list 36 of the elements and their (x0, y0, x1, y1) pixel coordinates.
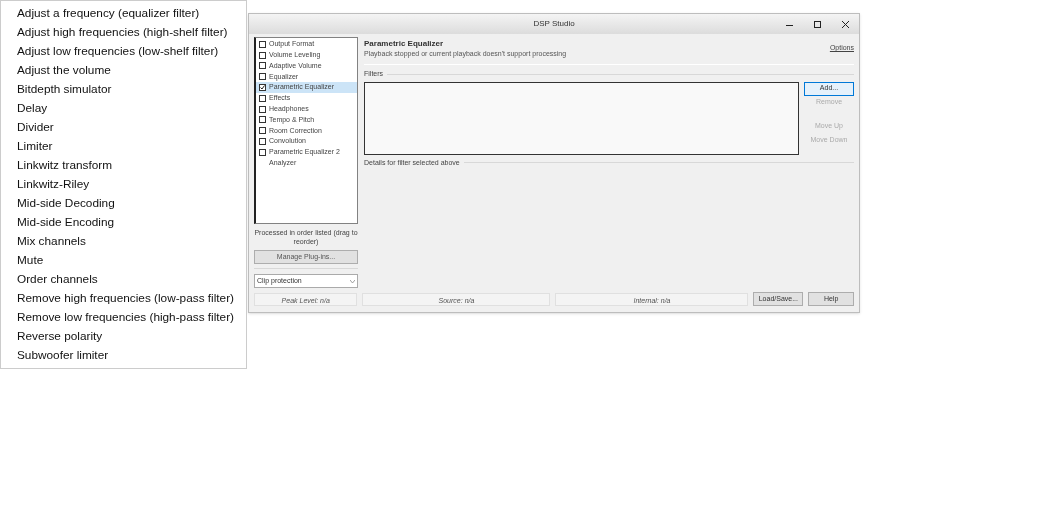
menu-item[interactable]: Bitdepth simulator (1, 80, 246, 99)
checkbox[interactable] (259, 51, 266, 59)
menu-item[interactable]: Subwoofer limiter (1, 346, 246, 365)
menu-item[interactable]: Mute (1, 251, 246, 270)
checkbox[interactable] (259, 105, 266, 113)
checkbox[interactable] (259, 138, 266, 146)
checkbox[interactable] (259, 116, 266, 124)
menu-item[interactable]: Mix channels (1, 232, 246, 251)
close-icon (841, 20, 849, 28)
menu-item[interactable]: Adjust the volume (1, 61, 246, 80)
menu-item[interactable]: Mid-side Encoding (1, 213, 246, 232)
checkbox[interactable] (259, 148, 266, 156)
menu-item[interactable]: Linkwitz transform (1, 156, 246, 175)
menu-item[interactable]: Adjust a frequency (equalizer filter) (1, 4, 246, 23)
menu-item[interactable]: Remove low frequencies (high-pass filter) (1, 308, 246, 327)
menu-item[interactable]: Limiter (1, 137, 246, 156)
menu-item[interactable]: Order channels (1, 270, 246, 289)
menu-item[interactable]: Reverse polarity (1, 327, 246, 346)
checkbox[interactable] (259, 84, 266, 92)
menu-item[interactable]: Linkwitz-Riley (1, 175, 246, 194)
chevron-down-icon (350, 279, 355, 283)
menu-item[interactable]: Delay (1, 99, 246, 118)
checkbox[interactable] (259, 62, 266, 70)
menu-item[interactable]: Remove high frequencies (low-pass filter) (1, 289, 246, 308)
menu-item[interactable]: Divider (1, 118, 246, 137)
filter-list[interactable] (364, 81, 799, 155)
menu-item[interactable]: Adjust high frequencies (high-shelf filter) (1, 23, 246, 42)
checkbox[interactable] (259, 73, 266, 81)
panel-title: Parametric Equalizer (364, 39, 445, 49)
checkbox[interactable] (259, 40, 266, 48)
menu-item[interactable]: Adjust low frequencies (low-shelf filter) (1, 42, 246, 61)
checkbox[interactable] (259, 94, 266, 102)
maximize-icon (813, 20, 821, 28)
window-title: DSP Studio (533, 18, 575, 30)
menu-item[interactable]: Mid-side Decoding (1, 194, 246, 213)
checkbox[interactable] (259, 127, 266, 135)
